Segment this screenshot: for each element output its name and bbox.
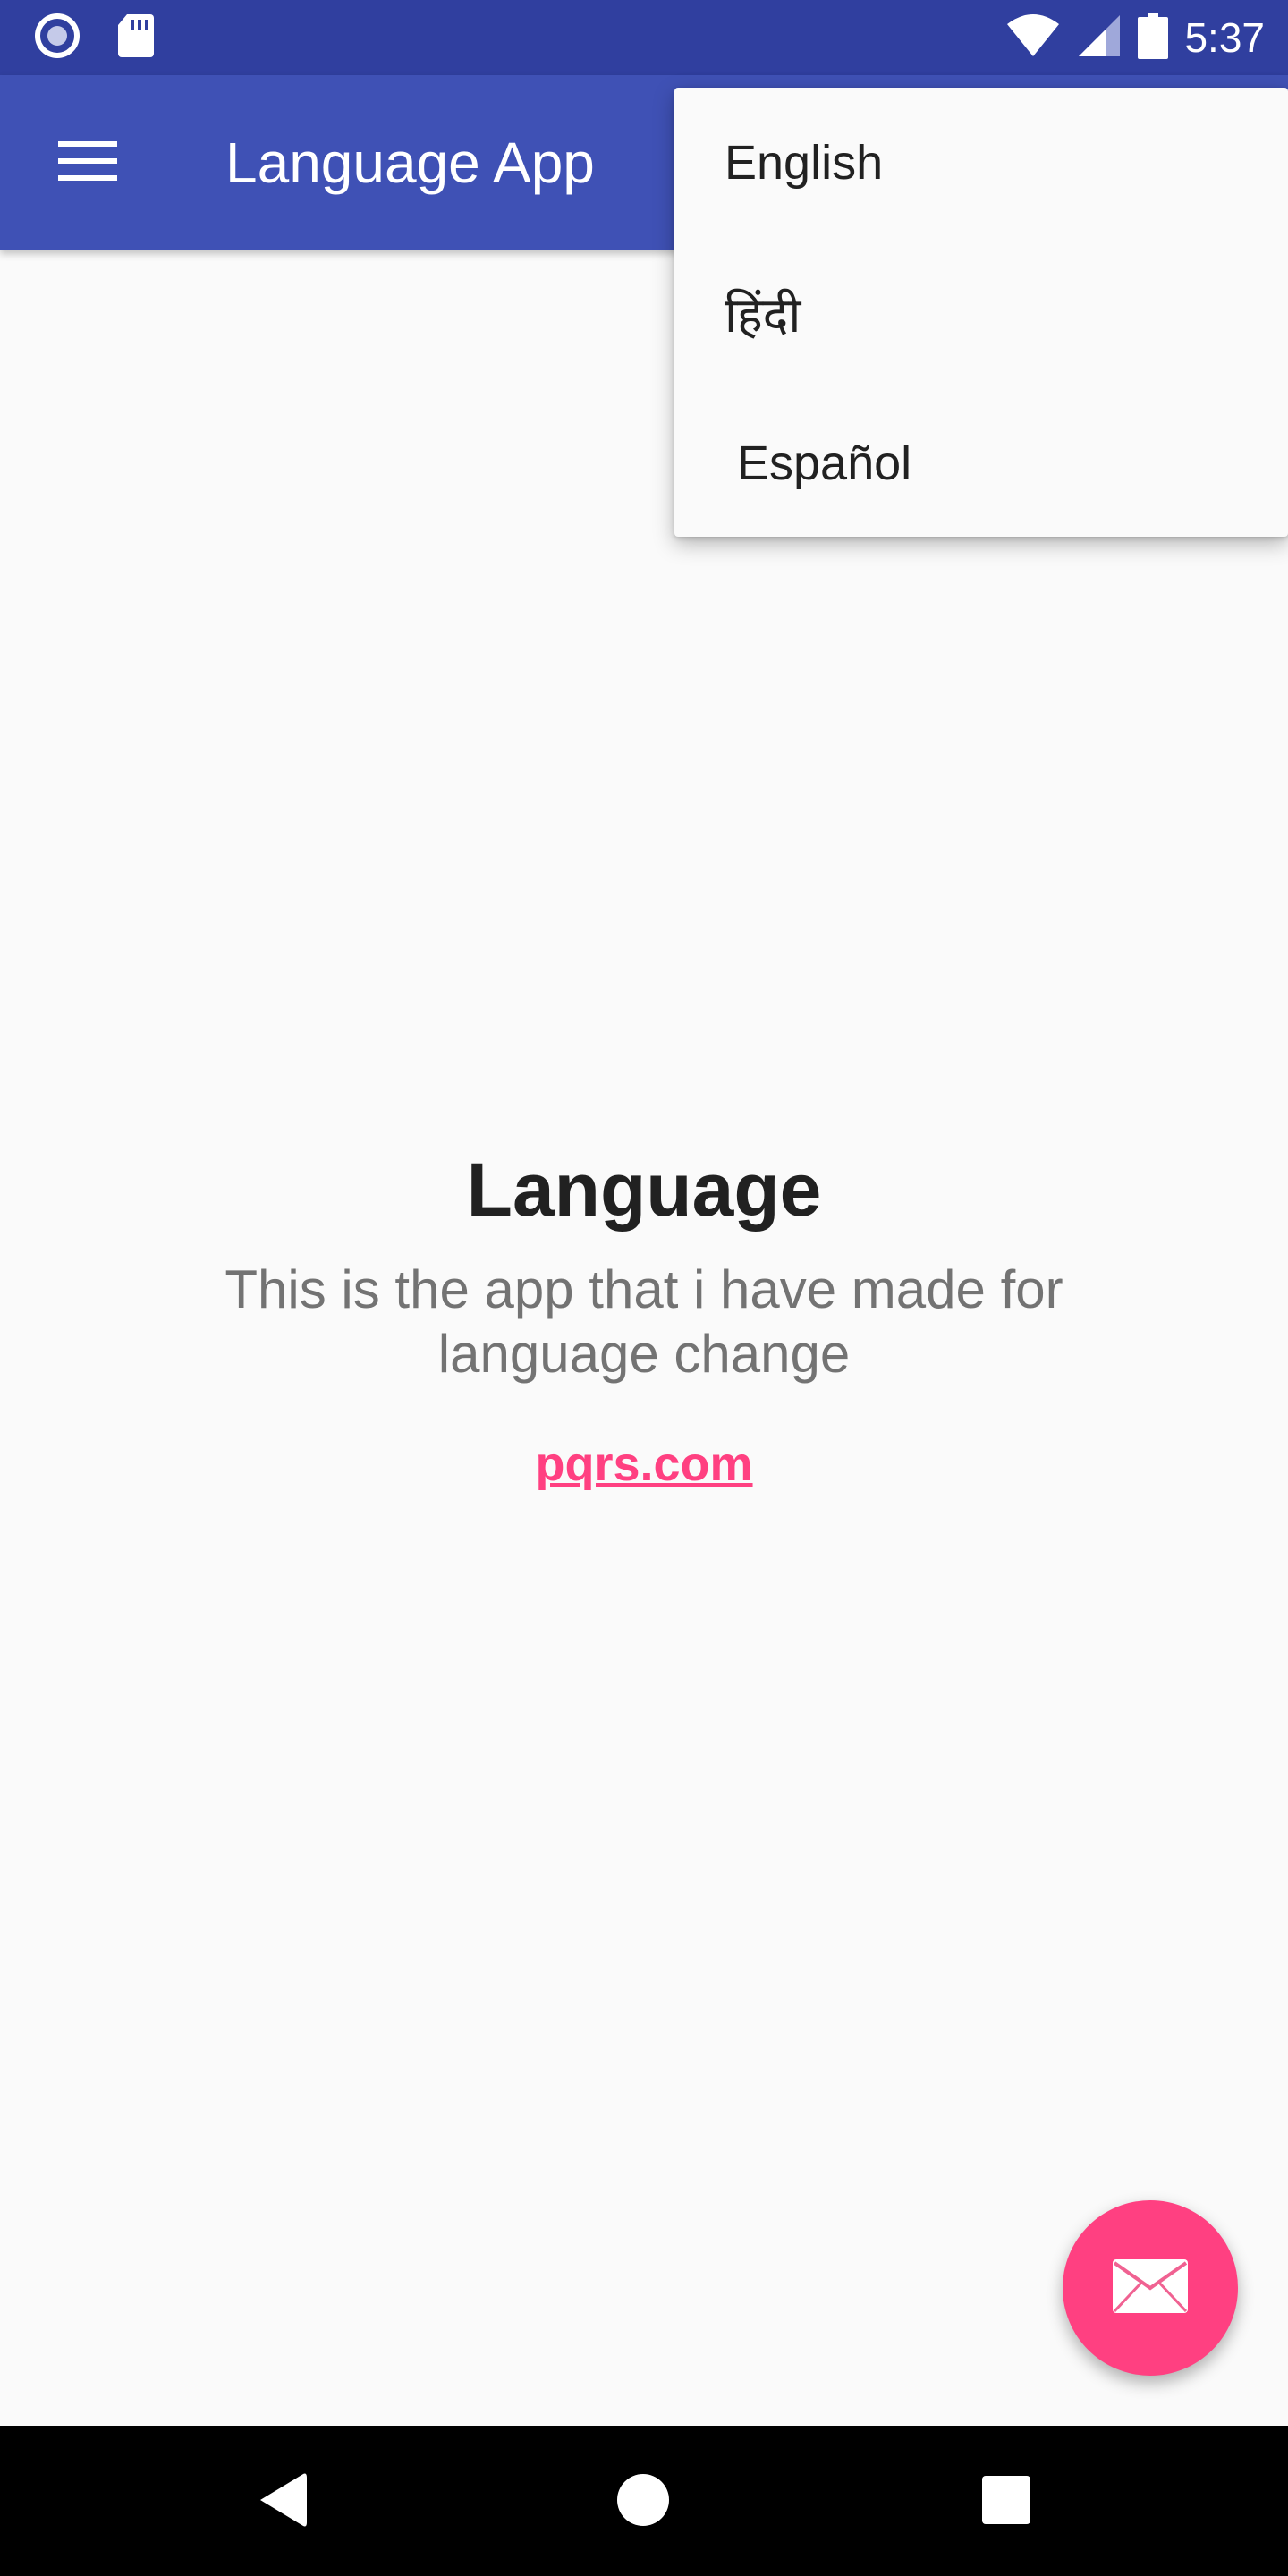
- app-title: Language App: [225, 131, 595, 195]
- navigation-bar: [0, 2426, 1288, 2576]
- back-button[interactable]: [242, 2462, 322, 2542]
- description: This is the app that i have made for lan…: [225, 1259, 1063, 1384]
- email-icon: [1111, 2258, 1190, 2319]
- circle-record-icon: [34, 13, 80, 64]
- sd-card-icon: [116, 13, 154, 64]
- wifi-icon: [1005, 13, 1061, 63]
- home-icon: [617, 2473, 669, 2530]
- status-time: 5:37: [1184, 14, 1265, 61]
- menu-item-hindi[interactable]: हिंदी: [674, 238, 1288, 388]
- home-button[interactable]: [603, 2462, 683, 2542]
- language-menu: English हिंदी Español: [674, 88, 1288, 537]
- menu-item-english[interactable]: English: [674, 88, 1288, 238]
- email-fab[interactable]: [1063, 2200, 1238, 2376]
- menu-item-spanish[interactable]: Español: [674, 388, 1288, 538]
- main-content: Language This is the app that i have mad…: [0, 1145, 1288, 1492]
- headline: Language: [466, 1148, 822, 1232]
- back-icon: [257, 2472, 307, 2532]
- cell-signal-icon: [1077, 13, 1122, 63]
- recents-icon: [982, 2475, 1030, 2529]
- recents-button[interactable]: [966, 2462, 1046, 2542]
- menu-button[interactable]: [45, 131, 131, 195]
- menu-icon: [58, 140, 117, 187]
- website-link[interactable]: pqrs.com: [535, 1436, 752, 1492]
- status-bar: 5:37: [0, 0, 1288, 75]
- battery-icon: [1138, 12, 1169, 64]
